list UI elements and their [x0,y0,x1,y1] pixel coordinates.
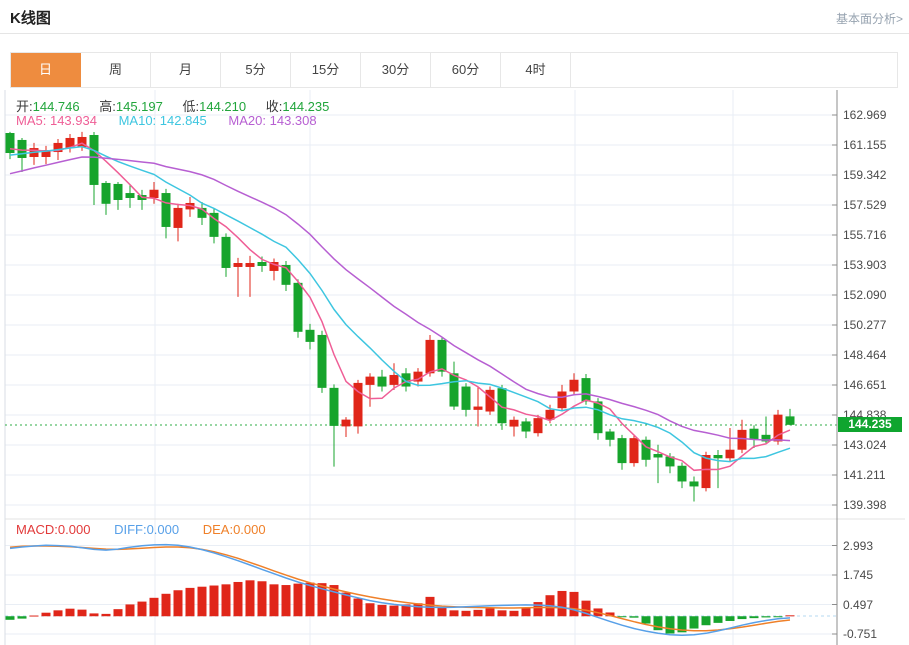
high-label: 高: [99,99,116,114]
price-tick-label: 157.529 [843,197,887,212]
price-tick-label: 139.398 [843,497,887,512]
dea-value: 0.000 [233,522,266,537]
macd-tick-label: 1.745 [843,568,874,582]
price-tick-label: 155.716 [843,227,887,242]
macd-tick-label: 0.497 [843,597,874,612]
open-label: 开: [16,99,33,114]
price-tick-label: 150.277 [843,317,887,332]
macd-histogram [5,580,795,634]
price-tick-label: 152.090 [843,287,887,302]
low-value: 144.210 [199,99,247,114]
dea-label: DEA: [202,522,234,537]
macd-label: MACD: [16,522,58,537]
price-tick-label: 146.651 [843,377,887,392]
ma10-label: MA10: [118,113,157,128]
price-tick-label: 162.969 [843,108,887,122]
open-value: 144.746 [32,99,80,114]
price-tick-label: 153.903 [843,257,887,272]
price-tick-label: 141.211 [843,467,886,482]
kline-page: K线图 基本面分析> 日 周 月 5分 15分 30分 60分 4时 开:144… [0,0,909,645]
ma5-line [9,142,791,472]
diff-value: 0.000 [146,522,180,537]
price-tick-label: 143.024 [843,437,887,452]
price-tick-label: 161.155 [843,138,887,152]
ma5-value: 143.934 [49,113,97,128]
close-value: 144.235 [282,99,330,114]
macd-tick-label: 2.993 [843,538,874,553]
price-tick-label: 148.464 [843,347,887,362]
macd-tick-label: -0.751 [843,627,878,641]
ma20-value: 143.308 [269,113,317,128]
macd-legend: MACD:0.000 DIFF:0.000 DEA:0.000 [16,522,286,537]
ma20-line [9,156,791,442]
ma10-value: 142.845 [159,113,207,128]
low-label: 低: [182,99,200,114]
last-price-tag: 144.235 [838,417,902,433]
price-tick-label: 159.342 [843,167,887,182]
ma5-label: MA5: [16,113,47,128]
macd-value: 0.000 [57,522,91,537]
candles-layer [5,131,795,502]
last-price-value: 144.235 [848,417,892,432]
high-value: 145.197 [115,99,163,114]
ma-legend: MA5: 143.934 MA10: 142.845 MA20: 143.308 [16,113,335,128]
diff-label: DIFF: [114,522,147,537]
close-label: 收: [265,99,283,114]
ma20-label: MA20: [228,113,266,128]
